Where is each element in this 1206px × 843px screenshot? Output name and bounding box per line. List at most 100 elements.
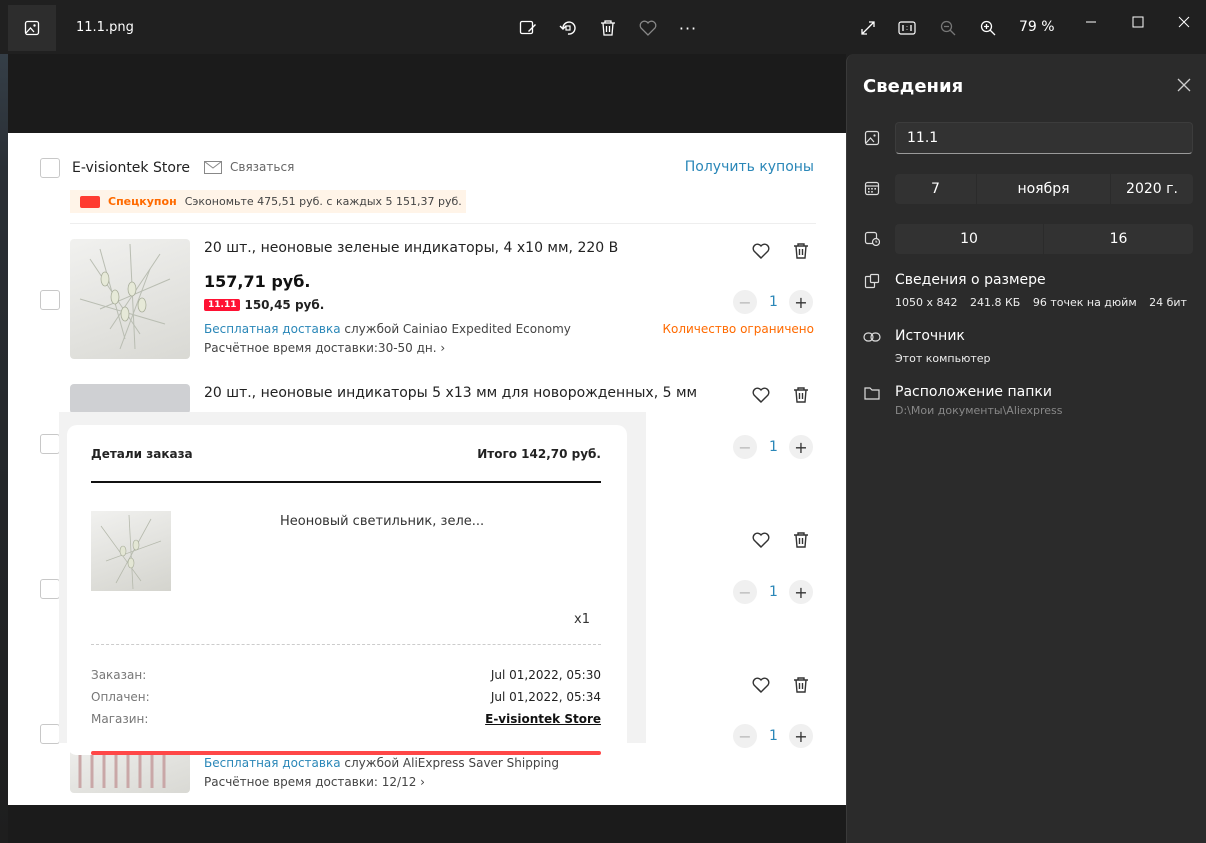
time-picker[interactable]: 10 16 bbox=[895, 224, 1193, 254]
source-heading: Источник bbox=[895, 328, 965, 344]
trash-icon[interactable] bbox=[790, 240, 812, 262]
product-select-checkbox[interactable] bbox=[40, 290, 60, 310]
quantity-increase-button[interactable]: + bbox=[789, 435, 813, 459]
close-panel-icon[interactable] bbox=[1177, 76, 1191, 97]
order-item-image[interactable] bbox=[91, 511, 171, 591]
image-dpi: 96 точек на дюйм bbox=[1032, 296, 1137, 309]
folder-heading: Расположение папки bbox=[895, 384, 1052, 400]
product-image[interactable] bbox=[70, 384, 190, 414]
trash-icon[interactable] bbox=[790, 384, 812, 406]
get-coupons-link[interactable]: Получить купоны bbox=[685, 159, 814, 175]
delivery-eta-link[interactable]: Расчётное время доставки:30-50 дн. › bbox=[204, 341, 445, 355]
product-select-checkbox[interactable] bbox=[40, 724, 60, 744]
shipping-info: Бесплатная доставка службой Cainiao Expe… bbox=[204, 322, 571, 336]
actual-size-icon[interactable] bbox=[896, 17, 918, 39]
quantity-value[interactable]: 1 bbox=[769, 584, 778, 600]
delivery-eta: Расчётное время доставки:30-50 дн. bbox=[204, 341, 437, 355]
size-info-heading: Сведения о размере bbox=[895, 272, 1046, 288]
divider bbox=[91, 644, 601, 645]
mail-icon bbox=[204, 160, 222, 174]
trash-icon[interactable] bbox=[790, 674, 812, 696]
file-name: 11.1.png bbox=[76, 20, 134, 35]
close-window-icon[interactable] bbox=[1172, 10, 1196, 34]
date-picker[interactable]: 7 ноября 2020 г. bbox=[895, 174, 1193, 204]
limited-quantity-label: Количество ограничено bbox=[662, 322, 814, 336]
quantity-value[interactable]: 1 bbox=[769, 728, 778, 744]
store-label: Магазин: bbox=[91, 712, 149, 726]
delivery-eta-link[interactable]: Расчётное время доставки: 12/12 › bbox=[204, 775, 425, 789]
quantity-increase-button[interactable]: + bbox=[789, 724, 813, 748]
quantity-value[interactable]: 1 bbox=[769, 294, 778, 310]
date-day[interactable]: 7 bbox=[895, 174, 977, 204]
product-title[interactable]: 20 шт., неоновые индикаторы 5 x13 мм для… bbox=[204, 385, 697, 401]
minimize-icon[interactable] bbox=[1079, 10, 1103, 34]
order-details-overlay: Детали заказа Итого 142,70 руб. Неоновый… bbox=[59, 412, 646, 755]
quantity-increase-button[interactable]: + bbox=[789, 290, 813, 314]
chevron-right-icon: › bbox=[440, 341, 446, 355]
contact-seller-link[interactable]: Связаться bbox=[204, 160, 294, 174]
product-select-checkbox[interactable] bbox=[40, 434, 60, 454]
product-image[interactable] bbox=[70, 239, 190, 359]
wishlist-heart-icon[interactable] bbox=[750, 529, 772, 551]
shipping-service: службой Cainiao Expedited Economy bbox=[344, 322, 571, 336]
zoom-level[interactable]: 79 % bbox=[1019, 19, 1055, 35]
quantity-value[interactable]: 1 bbox=[769, 439, 778, 455]
title-bar: 11.1.png ··· 79 % bbox=[0, 0, 1206, 54]
rotate-icon[interactable] bbox=[557, 17, 579, 39]
size-info-icon bbox=[863, 272, 881, 290]
store-link[interactable]: E-visiontek Store bbox=[485, 712, 601, 726]
shipping-service: службой AliExpress Saver Shipping bbox=[344, 756, 560, 770]
quantity-decrease-button[interactable]: − bbox=[733, 435, 757, 459]
more-options-icon[interactable]: ··· bbox=[677, 17, 699, 39]
order-details-title: Детали заказа bbox=[91, 447, 193, 461]
delivery-eta: Расчётное время доставки: 12/12 bbox=[204, 775, 417, 789]
product-title[interactable]: 20 шт., неоновые зеленые индикаторы, 4 x… bbox=[204, 240, 618, 256]
background-window-strip bbox=[0, 0, 8, 843]
info-panel: Сведения 11.1 7 ноября 2020 г. 10 16 Све… bbox=[846, 54, 1206, 843]
order-item-name[interactable]: Неоновый светильник, зеле... bbox=[280, 514, 484, 529]
store-name[interactable]: E-visiontek Store bbox=[72, 160, 190, 176]
coupon-flag-icon bbox=[80, 195, 100, 208]
wishlist-heart-icon[interactable] bbox=[750, 674, 772, 696]
clock-calendar-icon bbox=[863, 229, 881, 247]
date-year[interactable]: 2020 г. bbox=[1111, 174, 1193, 204]
coupon-text: Сэкономьте 475,51 руб. с каждых 5 151,37… bbox=[184, 195, 462, 208]
folder-path-link[interactable]: D:\Мои документы\Aliexpress bbox=[895, 404, 1063, 417]
store-select-checkbox[interactable] bbox=[40, 158, 60, 178]
time-minute[interactable]: 16 bbox=[1044, 224, 1193, 254]
favorite-heart-icon[interactable] bbox=[637, 17, 659, 39]
order-item-quantity: x1 bbox=[574, 612, 590, 627]
zoom-in-icon[interactable] bbox=[977, 17, 999, 39]
size-info-values: 1050 x 842 241.8 КБ 96 точек на дюйм 24 … bbox=[895, 296, 1196, 309]
folder-icon bbox=[863, 384, 881, 402]
chevron-right-icon: › bbox=[420, 775, 425, 789]
time-hour[interactable]: 10 bbox=[895, 224, 1044, 254]
trash-icon[interactable] bbox=[790, 529, 812, 551]
delete-icon[interactable] bbox=[597, 17, 619, 39]
maximize-icon[interactable] bbox=[1126, 10, 1150, 34]
wishlist-heart-icon[interactable] bbox=[750, 384, 772, 406]
file-name-input[interactable]: 11.1 bbox=[895, 122, 1193, 154]
source-value: Этот компьютер bbox=[895, 352, 991, 365]
quantity-decrease-button[interactable]: − bbox=[733, 580, 757, 604]
edit-image-icon[interactable] bbox=[517, 17, 539, 39]
paid-date: Jul 01,2022, 05:34 bbox=[490, 690, 601, 704]
date-month[interactable]: ноября bbox=[977, 174, 1111, 204]
sale-badge: 11.11 bbox=[204, 299, 241, 311]
product-select-checkbox[interactable] bbox=[40, 579, 60, 599]
quantity-increase-button[interactable]: + bbox=[789, 580, 813, 604]
action-bar[interactable] bbox=[91, 751, 601, 755]
order-details-card: Детали заказа Итого 142,70 руб. Неоновый… bbox=[67, 425, 627, 755]
free-shipping-label: Бесплатная доставка bbox=[204, 322, 341, 336]
shipping-info: Бесплатная доставка службой AliExpress S… bbox=[204, 756, 559, 770]
wishlist-heart-icon[interactable] bbox=[750, 240, 772, 262]
promo-price: 150,45 руб. bbox=[244, 298, 325, 312]
zoom-out-icon[interactable] bbox=[937, 17, 959, 39]
ordered-label: Заказан: bbox=[91, 668, 147, 682]
photos-app-icon[interactable] bbox=[8, 5, 56, 51]
fullscreen-icon[interactable] bbox=[857, 17, 879, 39]
product-price: 157,71 руб. bbox=[204, 272, 311, 291]
quantity-decrease-button[interactable]: − bbox=[733, 724, 757, 748]
quantity-decrease-button[interactable]: − bbox=[733, 290, 757, 314]
image-dimensions: 1050 x 842 bbox=[895, 296, 958, 309]
